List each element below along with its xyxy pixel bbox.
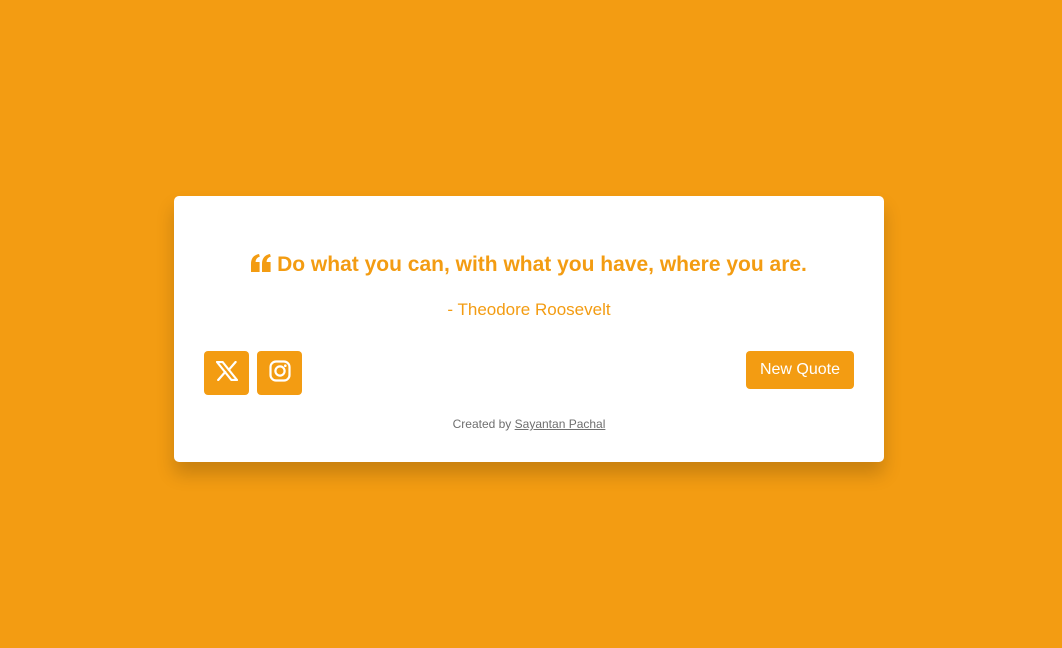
quote-author: - Theodore Roosevelt (447, 300, 611, 319)
quote-card: Do what you can, with what you have, whe… (174, 196, 884, 462)
author-link[interactable]: Sayantan Pachal (515, 417, 606, 431)
x-twitter-icon (215, 360, 238, 386)
credits-prefix: Created by (452, 417, 512, 431)
quote-text-row: Do what you can, with what you have, whe… (174, 250, 884, 280)
tweet-button[interactable] (204, 351, 249, 395)
credits-footer: Created by Sayantan Pachal (174, 416, 884, 432)
instagram-button[interactable] (257, 351, 302, 395)
instagram-icon (268, 359, 291, 387)
quote-left-icon (251, 254, 271, 272)
quote-text: Do what you can, with what you have, whe… (277, 253, 807, 276)
new-quote-button[interactable]: New Quote (746, 351, 854, 389)
